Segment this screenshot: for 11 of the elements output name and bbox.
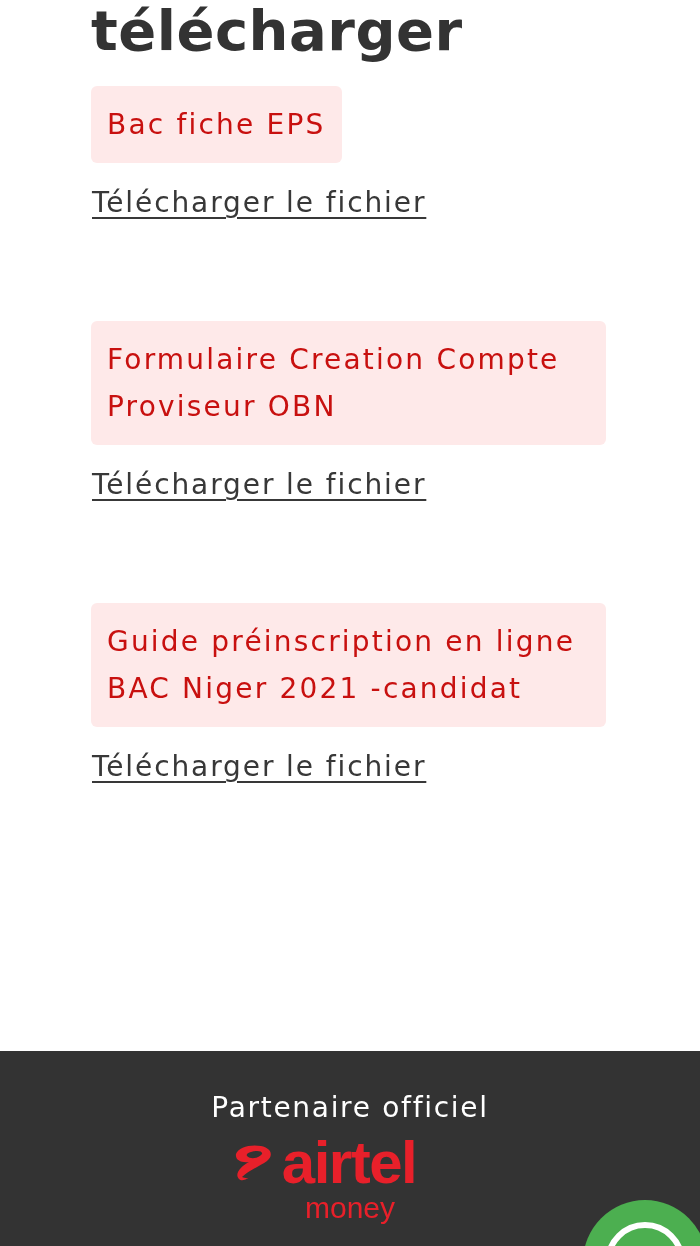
swirl-logo-icon <box>233 1144 274 1182</box>
footer-caption: Partenaire officiel <box>211 1090 489 1126</box>
file-title-card: Bac fiche EPS <box>91 86 342 163</box>
logo-subtitle: money <box>304 1191 395 1225</box>
download-link[interactable]: Télécharger le fichier <box>92 749 427 785</box>
page-heading: télécharger <box>91 0 463 62</box>
logo-wordmark: airtel <box>281 1135 417 1191</box>
download-link[interactable]: Télécharger le fichier <box>92 185 427 221</box>
file-title-card: Formulaire Creation Compte Proviseur OBN <box>91 321 606 445</box>
file-title-card: Guide préinscription en ligne BAC Niger 2021 -candidat <box>91 603 606 727</box>
download-link[interactable]: Télécharger le fichier <box>92 467 427 503</box>
